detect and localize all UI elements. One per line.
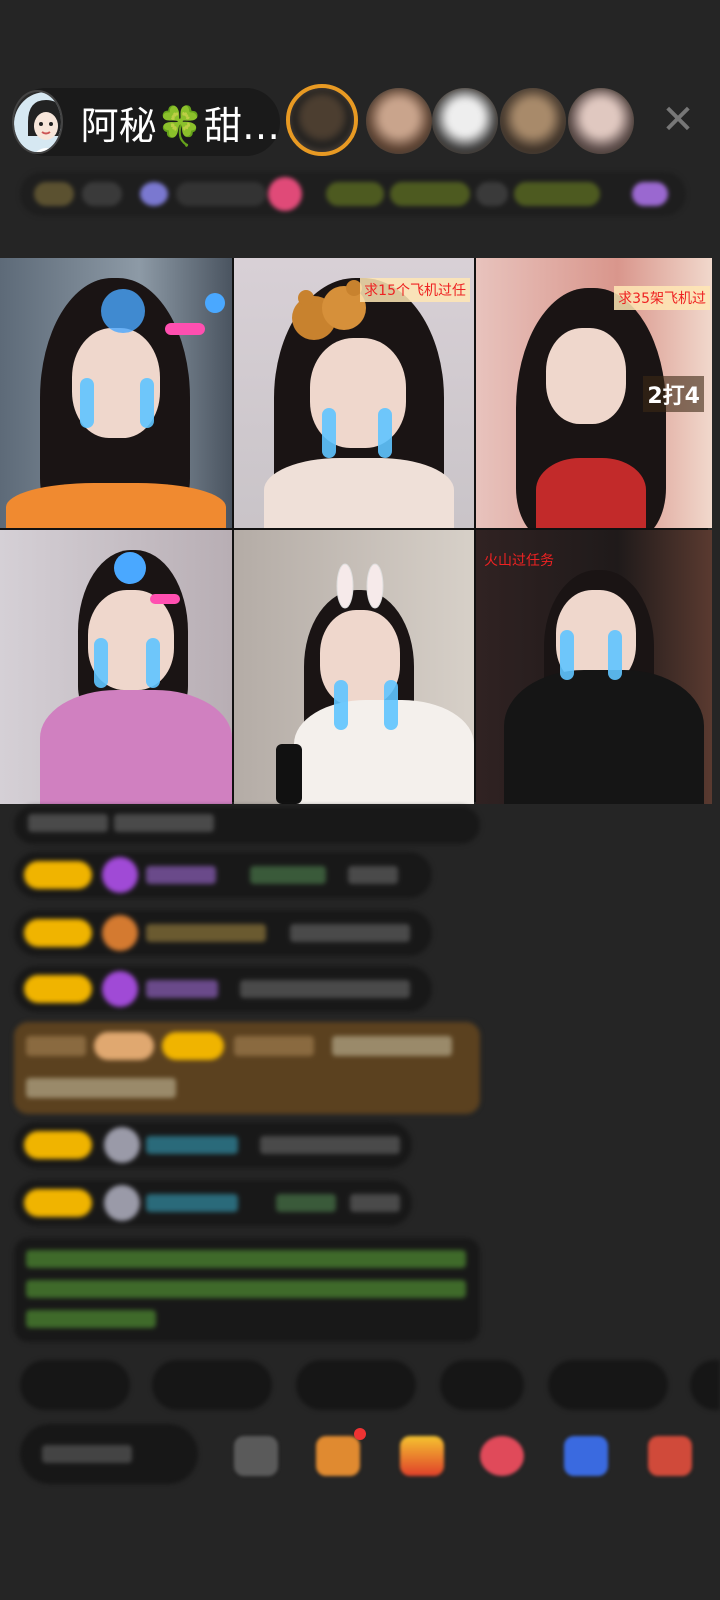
chat-message[interactable]: [14, 1122, 412, 1168]
chat-message[interactable]: [14, 852, 432, 898]
guest-video-4[interactable]: [0, 530, 232, 804]
quick-reply-chip[interactable]: [152, 1360, 272, 1410]
notification-dot: [354, 1428, 366, 1440]
gift-message[interactable]: [14, 1022, 480, 1114]
guest-video-3[interactable]: 求35架飞机过 2打4: [476, 258, 712, 528]
guest-overlay-text: 求15个飞机过任: [360, 278, 470, 302]
chat-message[interactable]: [14, 910, 432, 956]
multi-guest-video-grid[interactable]: 求15个飞机过任 求35架飞机过 2打4 火山过任务: [0, 258, 712, 804]
guest-video-6[interactable]: 火山过任务: [476, 530, 712, 804]
viewer-avatar-3[interactable]: [432, 88, 498, 154]
guest-video-1[interactable]: [0, 258, 232, 528]
host-info-pill[interactable]: 阿秘🍀甜…: [12, 88, 280, 156]
guest-overlay-text: 火山过任务: [484, 553, 554, 569]
viewer-avatar-2[interactable]: [366, 88, 432, 154]
close-icon[interactable]: ✕: [660, 100, 696, 140]
fan-club-icon[interactable]: [480, 1436, 524, 1476]
treasure-icon[interactable]: [400, 1436, 444, 1476]
system-notice: [14, 1238, 480, 1342]
viewer-avatar-5[interactable]: [568, 88, 634, 154]
hair-clip-sticker-icon: [114, 552, 180, 604]
quick-reply-chip[interactable]: [440, 1360, 524, 1410]
message-icon[interactable]: [564, 1436, 608, 1476]
bunny-ears-sticker-icon: [336, 563, 384, 609]
host-avatar[interactable]: [12, 90, 63, 154]
gift-box-icon[interactable]: [316, 1436, 360, 1476]
chat-message[interactable]: [14, 966, 432, 1012]
quick-reply-chip[interactable]: [20, 1360, 130, 1410]
gift-icon[interactable]: [648, 1436, 692, 1476]
guest-overlay-text: 求35架飞机过: [614, 286, 710, 310]
pk-score-badge: 2打4: [643, 376, 704, 412]
chat-message[interactable]: [14, 1180, 412, 1226]
anime-girl-avatar-icon: [14, 92, 61, 152]
viewer-avatar-1[interactable]: [286, 84, 358, 156]
microphone-icon: [276, 744, 302, 804]
hair-clip-sticker-icon: [101, 289, 225, 335]
chat-message[interactable]: [14, 806, 480, 844]
chat-input[interactable]: [20, 1424, 198, 1484]
quick-reply-chip[interactable]: [548, 1360, 668, 1410]
emoji-icon[interactable]: [234, 1436, 278, 1476]
host-name[interactable]: 阿秘🍀甜…: [81, 95, 280, 150]
viewer-avatar-4[interactable]: [500, 88, 566, 154]
quick-reply-chip[interactable]: [296, 1360, 416, 1410]
guest-video-2[interactable]: 求15个飞机过任: [234, 258, 474, 528]
room-tag-bar[interactable]: [20, 172, 686, 216]
quick-reply-chip[interactable]: [690, 1360, 720, 1410]
guest-video-5[interactable]: [234, 530, 474, 804]
